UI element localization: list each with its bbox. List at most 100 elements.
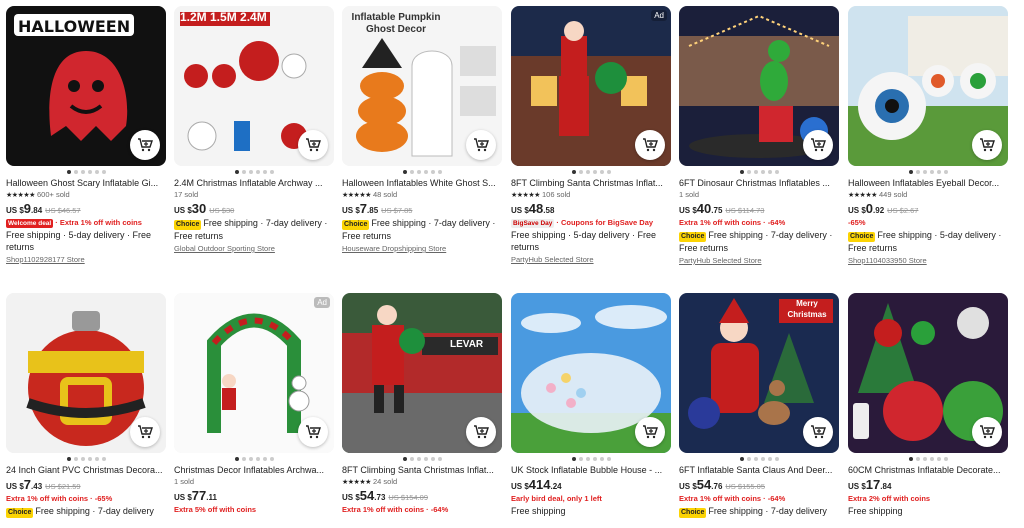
product-card[interactable]: Ad Christmas Decor Inflatables Archwa...… — [174, 293, 334, 516]
add-to-cart-button[interactable] — [298, 417, 328, 447]
original-price: US $114.73 — [725, 206, 765, 215]
original-price: US $2.67 — [887, 206, 919, 215]
promo-text: Extra 1% off with coins · -64% — [679, 218, 786, 227]
product-grid: HALLOWEEN Halloween Ghost Scary Inflatab… — [0, 0, 1024, 528]
promo-text: Extra 2% off with coins — [848, 494, 931, 503]
store-link[interactable]: PartyHub Selected Store — [679, 254, 839, 268]
cart-icon — [306, 425, 321, 439]
welcome-deal-badge: Welcome deal — [6, 219, 54, 228]
choice-badge: Choice — [679, 508, 707, 518]
product-card[interactable]: Ad 8FT Climbing Santa Christmas Inflat..… — [511, 6, 671, 267]
store-link[interactable]: PartyHub Selected Store — [511, 253, 671, 267]
cart-icon — [474, 425, 489, 439]
price: US $77.11 — [174, 488, 217, 503]
product-title[interactable]: Halloween Inflatables Eyeball Decor... — [848, 177, 1008, 189]
cart-icon — [811, 138, 826, 152]
shipping-info: Free shipping — [511, 506, 566, 516]
add-to-cart-button[interactable] — [972, 130, 1002, 160]
product-image[interactable] — [6, 293, 166, 453]
product-card[interactable]: 1.2M 1.5M 2.4M 2.4M Christmas Inflatable… — [174, 6, 334, 256]
sold-count: 24 sold — [372, 477, 398, 486]
cart-icon — [306, 138, 321, 152]
add-to-cart-button[interactable] — [130, 417, 160, 447]
image-pagination — [679, 166, 839, 177]
product-title[interactable]: Christmas Decor Inflatables Archwa... — [174, 464, 334, 476]
cart-icon — [138, 425, 153, 439]
product-title[interactable]: 2.4M Christmas Inflatable Archway ... — [174, 177, 334, 189]
shipping-info: Choice Free shipping · 7-day delivery · F… — [174, 218, 328, 241]
rating-stars: ★★★★★ — [342, 479, 371, 486]
product-card[interactable]: UK Stock Inflatable Bubble House - ... U… — [511, 293, 671, 517]
bigsave-badge: BigSave Day — [511, 219, 555, 228]
product-title[interactable]: 6FT Dinosaur Christmas Inflatables ... — [679, 177, 839, 189]
product-card[interactable]: LEVAR 8FT Climbing Santa Christmas Infla… — [342, 293, 502, 516]
product-image[interactable]: Merry Christmas — [679, 293, 839, 453]
add-to-cart-button[interactable] — [972, 417, 1002, 447]
image-pagination — [848, 453, 1008, 464]
product-card[interactable]: 24 Inch Giant PVC Christmas Decora... US… — [6, 293, 166, 518]
product-card[interactable]: Halloween Inflatables Eyeball Decor... ★… — [848, 6, 1008, 268]
product-image[interactable]: Ad — [511, 6, 671, 166]
product-title[interactable]: 6FT Inflatable Santa Claus And Deer... — [679, 464, 839, 476]
sold-count: 1 sold — [174, 477, 195, 486]
store-link[interactable]: Houseware Dropshipping Store — [342, 242, 502, 256]
discount-text: -65% — [848, 218, 866, 227]
promo-text: Extra 1% off with coins · -64% — [342, 505, 449, 514]
add-to-cart-button[interactable] — [803, 130, 833, 160]
store-link[interactable]: Global Outdoor Sporting Store — [174, 242, 334, 256]
promo-text: Early bird deal, only 1 left — [511, 494, 602, 503]
promo-text: Welcome deal · Extra 1% off with coins — [6, 218, 142, 228]
price: US $54.73 US $154.09 — [342, 488, 429, 503]
product-card[interactable]: 6FT Dinosaur Christmas Inflatables ... 1… — [679, 6, 839, 268]
add-to-cart-button[interactable] — [466, 417, 496, 447]
store-link[interactable]: Shop1104033950 Store — [848, 254, 1008, 268]
original-price: US $30 — [209, 206, 235, 215]
product-card[interactable]: HALLOWEEN Halloween Ghost Scary Inflatab… — [6, 6, 166, 267]
product-card[interactable]: 60CM Christmas Inflatable Decorate... US… — [848, 293, 1008, 517]
add-to-cart-button[interactable] — [298, 130, 328, 160]
price: US $7.43 US $21.59 — [6, 477, 81, 492]
product-title[interactable]: Halloween Inflatables White Ghost S... — [342, 177, 502, 189]
add-to-cart-button[interactable] — [803, 417, 833, 447]
image-caption: Merry Christmas — [787, 299, 827, 319]
add-to-cart-button[interactable] — [466, 130, 496, 160]
choice-badge: Choice — [174, 220, 202, 230]
image-pagination — [342, 166, 502, 177]
image-pagination — [511, 453, 671, 464]
product-title[interactable]: 8FT Climbing Santa Christmas Inflat... — [511, 177, 671, 189]
product-title[interactable]: 24 Inch Giant PVC Christmas Decora... — [6, 464, 166, 476]
original-price: US $7.85 — [381, 206, 413, 215]
store-link[interactable]: Shop1102928177 Store — [6, 253, 166, 267]
product-image[interactable] — [679, 6, 839, 166]
product-image[interactable]: LEVAR — [342, 293, 502, 453]
promo-text: Extra 1% off with coins · -64% — [679, 494, 786, 503]
image-caption: HALLOWEEN — [18, 17, 131, 36]
product-image[interactable] — [848, 293, 1008, 453]
cart-icon — [643, 425, 658, 439]
ad-label: Ad — [651, 10, 667, 21]
product-image[interactable] — [511, 293, 671, 453]
product-image[interactable] — [848, 6, 1008, 166]
product-card[interactable]: Merry Christmas 6FT Inflatable Santa Cla… — [679, 293, 839, 518]
product-image[interactable]: Inflatable Pumpkin Ghost Decor — [342, 6, 502, 166]
product-card[interactable]: Inflatable Pumpkin Ghost Decor Halloween… — [342, 6, 502, 256]
price: US $48.58 — [511, 201, 555, 216]
product-title[interactable]: 8FT Climbing Santa Christmas Inflat... — [342, 464, 502, 476]
sold-count: 600+ sold — [36, 190, 70, 199]
shipping-info: Choice Free shipping · 5-day delivery · F… — [848, 230, 1002, 253]
product-title[interactable]: UK Stock Inflatable Bubble House - ... — [511, 464, 671, 476]
product-title[interactable]: 60CM Christmas Inflatable Decorate... — [848, 464, 1008, 476]
product-image[interactable]: Ad — [174, 293, 334, 453]
add-to-cart-button[interactable] — [635, 417, 665, 447]
cart-icon — [474, 138, 489, 152]
sold-count: 449 sold — [878, 190, 908, 199]
add-to-cart-button[interactable] — [130, 130, 160, 160]
image-caption: Inflatable Pumpkin Ghost Decor — [351, 12, 441, 35]
product-image[interactable]: HALLOWEEN — [6, 6, 166, 166]
product-image[interactable]: 1.2M 1.5M 2.4M — [174, 6, 334, 166]
add-to-cart-button[interactable] — [635, 130, 665, 160]
price: US $414.24 — [511, 477, 562, 492]
shipping-info: Choice Free shipping · 7-day delivery · F… — [679, 230, 833, 253]
choice-badge: Choice — [679, 232, 707, 242]
product-title[interactable]: Halloween Ghost Scary Inflatable Gi... — [6, 177, 166, 189]
